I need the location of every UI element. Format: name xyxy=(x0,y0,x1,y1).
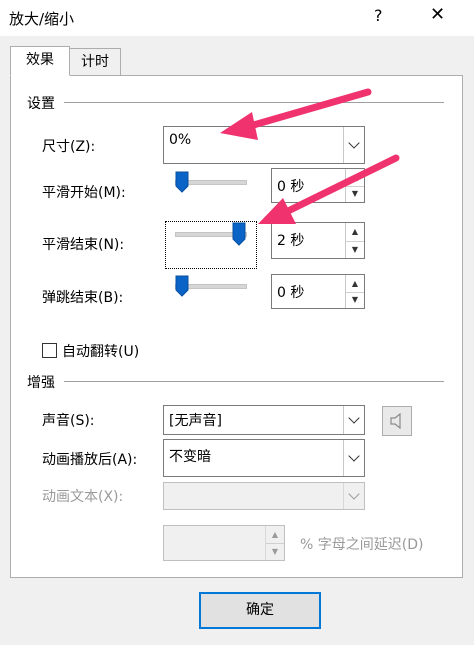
annotation-arrow-2 xyxy=(258,154,400,224)
tab-effect[interactable]: 效果 xyxy=(10,46,70,76)
annotation-arrow-1 xyxy=(220,88,372,140)
annotation-arrows xyxy=(220,88,400,224)
